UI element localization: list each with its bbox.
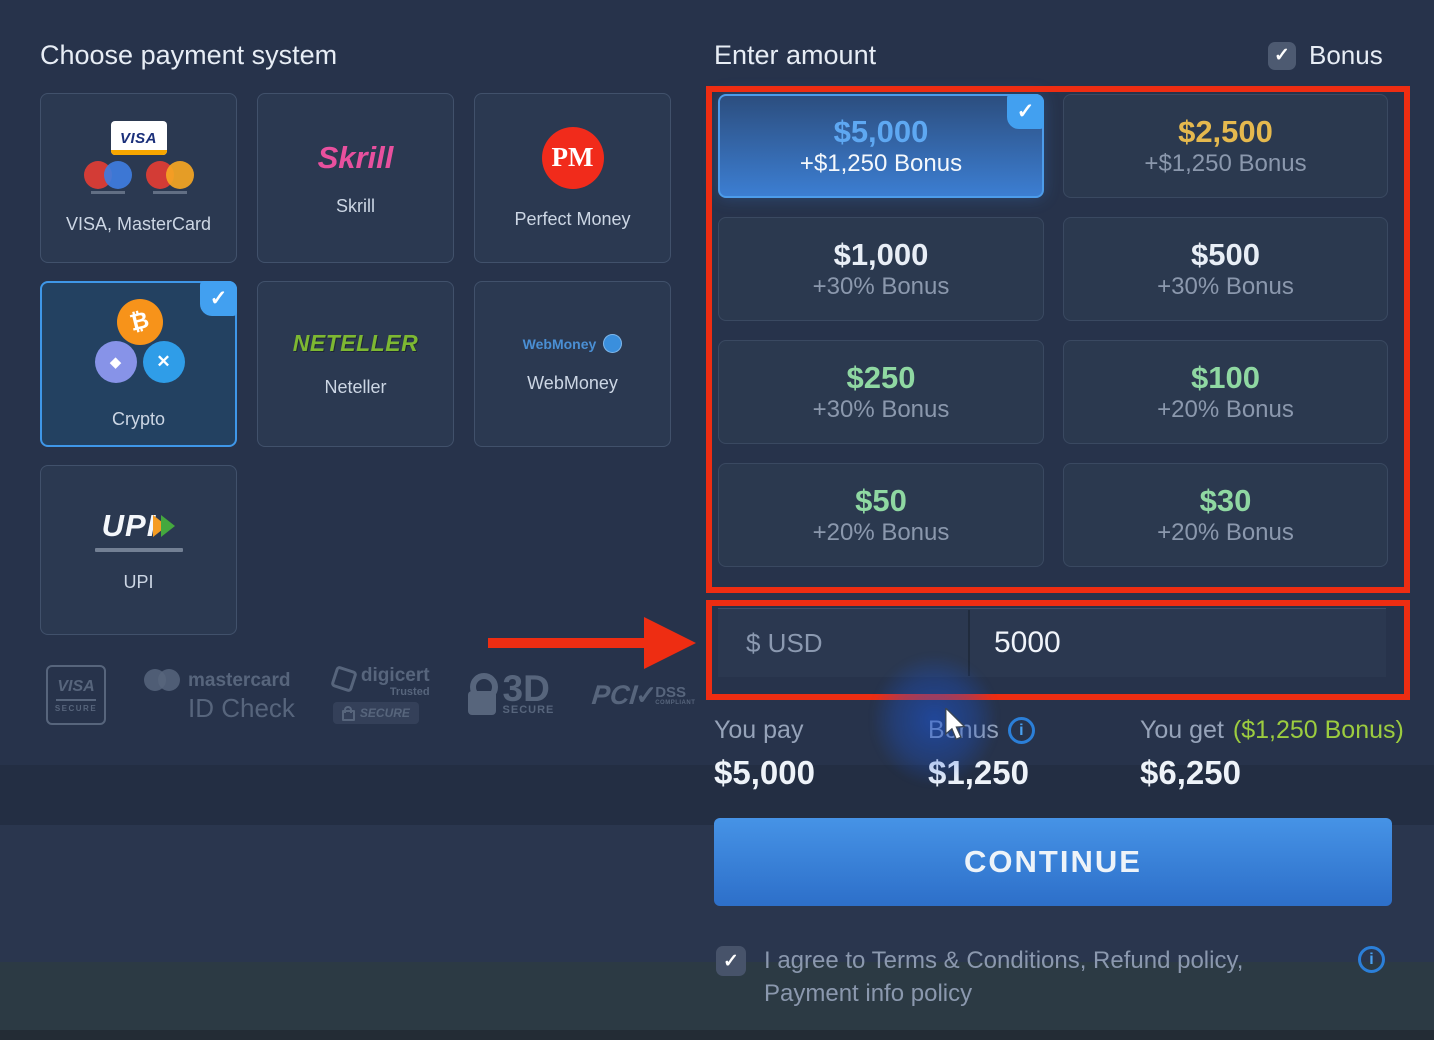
bonus-label: Bonus [928,716,999,745]
payment-method-neteller[interactable]: NETELLER Neteller [257,281,454,447]
amount-bonus: +$1,250 Bonus [800,152,962,176]
amount-input-panel: $ USD [718,608,1386,677]
amount-value: $2,500 [1178,116,1273,147]
bitcoin-icon: ₿ [117,299,163,345]
payment-method-label: Neteller [324,377,386,398]
annotation-arrow-head [644,617,696,669]
pci-dss-badge: PCI ✓ DSS COMPLIANT [592,680,695,711]
lock-icon [342,710,355,721]
amount-bonus: +$1,250 Bonus [1144,152,1306,176]
security-badges-row: VISA SECURE mastercard ID Check digicert… [46,662,695,728]
ripple-icon: ✕ [143,341,185,383]
amount-tile-100[interactable]: $100 +20% Bonus [1063,340,1388,444]
digicert-icon [330,665,358,693]
visa-mastercard-icon: VISA [84,121,194,194]
amount-tile-1000[interactable]: $1,000 +30% Bonus [718,217,1044,321]
amount-tile-2500[interactable]: $2,500 +$1,250 Bonus [1063,94,1388,198]
terms-checkbox[interactable]: ✓ [716,946,746,976]
continue-button[interactable]: CONTINUE [714,818,1392,906]
payment-method-label: WebMoney [527,373,618,394]
you-pay-label: You pay [714,716,803,745]
payment-method-crypto[interactable]: ✓ ₿ ◆ ✕ Crypto [40,281,237,447]
perfect-money-icon: PM [542,127,604,189]
you-pay-value: $5,000 [714,754,815,792]
amount-value: $250 [847,362,916,393]
check-icon: ✓ [635,680,657,711]
deposit-modal: Choose payment system VISA VISA, MasterC… [0,0,1434,1040]
amount-tile-50[interactable]: $50 +20% Bonus [718,463,1044,567]
upi-subtext-bar [95,548,183,552]
you-get-label: You get [1140,716,1224,745]
amount-bonus: +30% Bonus [1157,275,1294,299]
mastercard-idcheck-badge: mastercard ID Check [144,669,295,721]
background-band [0,1030,1434,1040]
payment-method-label: VISA, MasterCard [66,214,211,235]
amount-bonus: +30% Bonus [813,275,950,299]
visa-secure-badge: VISA SECURE [46,665,106,725]
bonus-info-icon[interactable]: i [1008,717,1035,744]
selected-check-icon: ✓ [200,281,237,316]
neteller-logo: NETELLER [293,330,418,357]
amount-grid: ✓ $5,000 +$1,250 Bonus $2,500 +$1,250 Bo… [718,94,1388,567]
amount-bonus: +30% Bonus [813,398,950,422]
payment-method-label: UPI [123,572,153,593]
amount-bonus: +20% Bonus [813,521,950,545]
selected-check-icon: ✓ [1007,94,1044,129]
amount-tile-250[interactable]: $250 +30% Bonus [718,340,1044,444]
payment-method-upi[interactable]: UPI UPI [40,465,237,635]
you-get-value: $6,250 [1140,754,1404,792]
upi-logo: UPI [95,508,183,552]
padlock-icon [468,673,498,717]
amount-value: $5,000 [834,116,929,147]
payment-method-label: Skrill [336,196,375,217]
amount-tile-5000[interactable]: ✓ $5,000 +$1,250 Bonus [718,94,1044,198]
choose-payment-title: Choose payment system [40,40,337,71]
amount-value: $100 [1191,362,1260,393]
amount-input[interactable] [970,612,1386,674]
amount-bonus: +20% Bonus [1157,398,1294,422]
amount-tile-500[interactable]: $500 +30% Bonus [1063,217,1388,321]
amount-value: $1,000 [834,239,929,270]
annotation-arrow [488,638,646,648]
bonus-value: $1,250 [928,754,1035,792]
amount-tile-30[interactable]: $30 +20% Bonus [1063,463,1388,567]
skrill-logo: Skrill [318,140,394,176]
bonus-toggle[interactable]: ✓ Bonus [1268,40,1383,71]
you-get-bonus-note: ($1,250 Bonus) [1233,716,1404,745]
payment-method-perfect-money[interactable]: PM Perfect Money [474,93,671,263]
currency-selector[interactable]: $ USD [718,628,968,659]
payment-method-grid: VISA VISA, MasterCard Skrill Skrill PM P… [40,93,671,635]
webmoney-logo: WebMoney [523,334,623,353]
terms-info-icon[interactable]: i [1358,946,1385,973]
payment-method-visa-mastercard[interactable]: VISA VISA, MasterCard [40,93,237,263]
mastercard-circles-icon [144,669,180,691]
terms-text[interactable]: I agree to Terms & Conditions, Refund po… [764,944,1336,1010]
payment-method-label: Crypto [112,409,165,430]
3d-secure-badge: 3D SECURE [468,673,555,717]
you-pay-block: You pay $5,000 [714,716,815,792]
amount-value: $30 [1200,485,1252,516]
amount-value: $50 [855,485,907,516]
amount-value: $500 [1191,239,1260,270]
amount-bonus: +20% Bonus [1157,521,1294,545]
enter-amount-title: Enter amount [714,40,876,71]
webmoney-globe-icon [603,334,622,353]
payment-method-webmoney[interactable]: WebMoney WebMoney [474,281,671,447]
bonus-block: Bonus i $1,250 [928,716,1035,792]
crypto-coins-icon: ₿ ◆ ✕ [89,299,189,389]
ethereum-icon: ◆ [95,341,137,383]
bonus-checkbox[interactable]: ✓ [1268,42,1296,70]
payment-method-skrill[interactable]: Skrill Skrill [257,93,454,263]
you-get-block: You get ($1,250 Bonus) $6,250 [1140,716,1404,792]
upi-arrow-icon [161,515,175,537]
digicert-badge: digicert Trusted SECURE [333,666,430,724]
bonus-toggle-label: Bonus [1309,40,1383,71]
payment-method-label: Perfect Money [514,209,630,230]
terms-row: ✓ I agree to Terms & Conditions, Refund … [716,944,1336,1010]
